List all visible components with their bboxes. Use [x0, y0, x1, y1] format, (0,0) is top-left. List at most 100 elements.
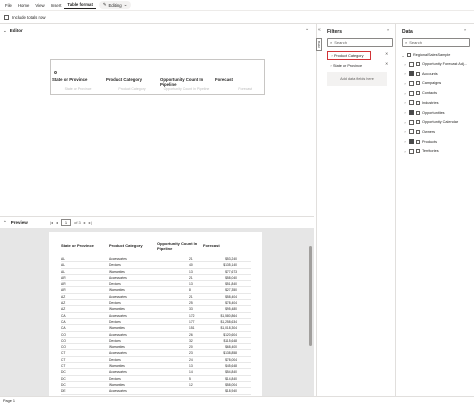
chevron-right-icon[interactable]: › [403, 139, 407, 144]
chevron-down-icon[interactable]: ⌄ [3, 28, 7, 34]
collapse-editor-icon[interactable]: ⌄ [305, 26, 309, 32]
field-checkbox[interactable] [409, 129, 414, 135]
table-cell: 24 [189, 357, 193, 362]
tab-file[interactable]: File [2, 1, 15, 9]
chevron-right-icon[interactable]: › [403, 110, 407, 115]
tree-item[interactable]: › Opportunity Forecast Adj... [403, 60, 467, 68]
field-checkbox[interactable] [409, 110, 414, 115]
field-checkbox[interactable] [409, 119, 414, 125]
table-cell: 13 [189, 364, 193, 369]
tree-item[interactable]: › Campaigns [403, 79, 441, 87]
expand-filters-icon[interactable]: » [387, 27, 389, 32]
tree-item[interactable]: › Contacts [403, 89, 437, 97]
chevron-right-icon[interactable]: › [403, 100, 407, 105]
editor-column-header[interactable]: Product Category [105, 77, 159, 87]
vertical-scrollbar[interactable] [308, 228, 313, 396]
table-cell: DC [61, 376, 66, 381]
chevron-right-icon[interactable]: › [403, 81, 407, 86]
tree-item[interactable]: › Owners [403, 128, 435, 136]
filter-card-product-category[interactable]: › Product Category [327, 51, 371, 60]
chevron-right-icon[interactable]: › [403, 149, 407, 154]
field-checkbox[interactable] [409, 71, 414, 77]
table-cell: $58,004 [225, 382, 237, 387]
chevron-right-icon[interactable]: › [403, 71, 407, 76]
editing-mode[interactable]: ✎ Editing ⌄ [96, 1, 134, 9]
tab-view[interactable]: View [32, 1, 47, 9]
table-cell: 21 [189, 257, 193, 261]
prev-page-icon[interactable]: ◂ [56, 220, 58, 225]
table-cell: 8 [189, 288, 191, 293]
next-page-icon[interactable]: ▸ [84, 220, 86, 225]
chevron-right-icon[interactable]: › [403, 120, 407, 125]
field-checkbox[interactable] [409, 61, 414, 67]
include-totals-checkbox[interactable] [4, 14, 9, 20]
table-cell: CO [61, 345, 66, 350]
filters-search-input[interactable]: ⌕ Search [327, 38, 393, 47]
tree-item[interactable]: › Opportunities [403, 109, 445, 117]
editing-pill[interactable]: ✎ Editing ⌄ [98, 1, 132, 9]
field-checkbox[interactable] [409, 139, 414, 145]
collapse-filters-icon[interactable]: « [318, 27, 321, 33]
build-tab-label: Build [317, 41, 321, 48]
editor-column-header[interactable]: Forecast [214, 77, 264, 87]
chevron-right-icon[interactable]: › [403, 91, 407, 96]
tab-home[interactable]: Home [15, 1, 32, 9]
table-cell: 32 [189, 338, 193, 343]
status-page: Page 1 [3, 398, 16, 403]
table-cell: 40 [189, 263, 193, 268]
chevron-down-icon: ⌄ [123, 2, 128, 7]
tree-item-label: Campaigns [422, 81, 442, 86]
table-cell: CO [61, 332, 66, 337]
chevron-right-icon[interactable]: › [403, 129, 407, 134]
tree-item-label: Territories [422, 149, 439, 154]
field-checkbox[interactable] [409, 80, 414, 86]
tree-model[interactable]: ⌄ RegionalSalesSample [401, 51, 450, 59]
editor-title: Editor [9, 28, 23, 33]
tree-item[interactable]: › Accounts [403, 70, 438, 78]
last-page-icon[interactable]: ▸| [89, 220, 92, 225]
filter-card-state[interactable]: › State or Province [327, 61, 371, 70]
build-tab[interactable]: Build [316, 38, 322, 51]
table-cell: Devices [109, 282, 121, 287]
tree-item[interactable]: › Opportunity Calendar [403, 118, 458, 126]
data-search-placeholder: Search [409, 40, 422, 45]
first-page-icon[interactable]: |◂ [50, 220, 53, 225]
tree-item[interactable]: › Products [403, 138, 437, 146]
editor-column-header[interactable]: Opportunity Count In Pipeline [159, 77, 214, 87]
close-icon[interactable]: ✕ [385, 51, 388, 56]
editor-table[interactable]: State or Province Product Category Oppor… [50, 59, 265, 95]
editor-column-header[interactable]: State or Province [51, 77, 105, 87]
table-cell: $138,858 [223, 351, 237, 356]
table-cell: Warranties [109, 307, 125, 312]
field-checkbox[interactable] [409, 148, 414, 154]
move-handle-icon[interactable] [54, 71, 57, 74]
field-checkbox[interactable] [409, 90, 414, 96]
scrollbar-thumb[interactable] [309, 246, 312, 346]
chevron-up-icon[interactable]: ⌃ [3, 220, 7, 226]
field-checkbox[interactable] [409, 100, 414, 106]
chevron-right-icon[interactable]: › [403, 62, 407, 67]
tab-table-format[interactable]: Table format [64, 1, 96, 9]
table-cell: $53,240 [225, 257, 237, 261]
preview-page: State or Province Product Category Oppor… [49, 232, 262, 396]
expand-data-icon[interactable]: » [464, 27, 466, 32]
filter-drop-zone[interactable]: Add data fields here [327, 72, 387, 86]
editor-header: ⌄ Editor [0, 26, 314, 35]
table-cell: Accessories [109, 294, 127, 299]
tab-insert[interactable]: Insert [48, 1, 65, 9]
table-cell: Devices [109, 301, 121, 306]
table-cell: $78,404 [225, 301, 237, 306]
model-icon [407, 53, 411, 57]
tree-item-label: Accounts [422, 71, 438, 76]
table-cell: AR [61, 282, 66, 287]
tree-item[interactable]: › Industries [403, 99, 438, 107]
page-number-input[interactable]: 1 [60, 219, 72, 226]
table-cell: $95,480 [225, 307, 237, 312]
data-search-input[interactable]: ⌕ Search [402, 38, 470, 47]
close-icon[interactable]: ✕ [385, 61, 388, 66]
tree-item[interactable]: › Territories [403, 147, 439, 155]
table-cell: 25 [189, 301, 193, 306]
ribbon-commands: Include totals row [0, 10, 474, 24]
table-cell: Devices [109, 357, 121, 362]
table-cell: Warranties [109, 288, 125, 293]
